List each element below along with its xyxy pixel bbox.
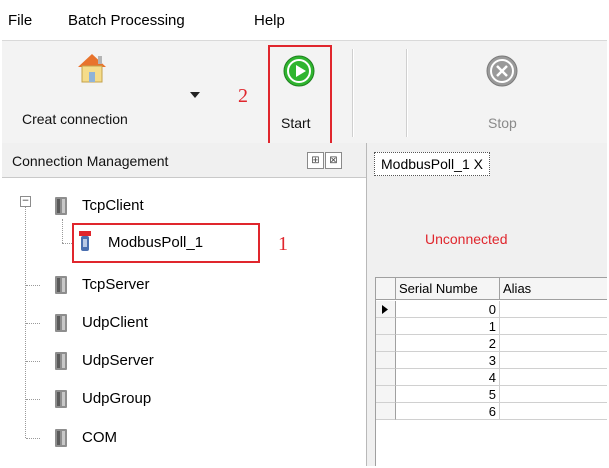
tree-item-label: TcpClient [82,197,144,214]
alias-cell[interactable] [500,318,607,335]
connection-device-icon [79,231,91,251]
tree-item-com[interactable]: COM [42,426,242,450]
serial-number-cell[interactable]: 0 [396,301,500,318]
table-row[interactable]: 0 [376,301,607,318]
panel-title: Connection Management [12,153,169,169]
row-header-corner [376,278,396,300]
tree-item-label: UdpClient [82,314,148,331]
row-indicator [376,318,396,335]
alias-cell[interactable] [500,386,607,403]
serial-number-cell[interactable]: 5 [396,386,500,403]
server-icon [55,390,67,408]
connection-status: Unconnected [425,231,508,247]
row-indicator [376,369,396,386]
stop-icon [486,55,518,87]
create-connection-label: Creat connection [22,111,128,127]
server-icon [55,276,67,294]
tree-item-tcpclient[interactable]: TcpClient [42,194,242,218]
row-indicator [376,335,396,352]
panel-header: Connection Management ⊞ ⊠ [2,143,366,178]
row-indicator [376,352,396,369]
start-button[interactable]: Start [270,47,328,139]
serial-number-cell[interactable]: 2 [396,335,500,352]
alias-cell[interactable] [500,301,607,318]
menu-bar: File Batch Processing Help [2,2,607,40]
alias-cell[interactable] [500,352,607,369]
table-row[interactable]: 5 [376,386,607,403]
server-icon [55,197,67,215]
annotation-1: 1 [278,233,288,255]
table-row[interactable]: 4 [376,369,607,386]
server-icon [55,314,67,332]
row-indicator [376,301,396,318]
serial-number-cell[interactable]: 3 [396,352,500,369]
table-row[interactable]: 2 [376,335,607,352]
menu-help[interactable]: Help [254,12,285,29]
alias-cell[interactable] [500,335,607,352]
start-label: Start [281,115,311,131]
serial-number-cell[interactable]: 4 [396,369,500,386]
toolbar-separator [352,49,354,137]
register-table[interactable]: Serial Numbe Alias 0 1 2 3 4 5 6 [375,277,607,466]
serial-number-cell[interactable]: 6 [396,403,500,420]
tree-item-label: COM [82,429,117,446]
tree-item-udpgroup[interactable]: UdpGroup [42,387,242,411]
row-indicator [376,386,396,403]
dropdown-arrow-icon[interactable] [190,92,200,98]
tree-guide-line [26,361,40,362]
tree-guide-line [26,285,40,286]
tree-item-label: UdpServer [82,352,154,369]
tree-guide-line [25,206,26,438]
table-row[interactable]: 6 [376,403,607,420]
create-connection-button[interactable]: Creat connection [22,47,182,139]
pin-icon[interactable]: ⊞ [307,152,324,169]
row-indicator [376,403,396,420]
tree-guide-line [26,399,40,400]
server-icon [55,352,67,370]
menu-file[interactable]: File [8,12,32,29]
document-area: ModbusPoll_1 X Unconnected Serial Numbe … [367,143,607,466]
column-header-alias[interactable]: Alias [500,278,607,300]
collapse-icon[interactable]: − [20,196,31,207]
tree-item-label: UdpGroup [82,390,152,407]
tree-item-tcpserver[interactable]: TcpServer [42,273,242,297]
close-icon[interactable]: ⊠ [325,152,342,169]
tree-guide-line [62,219,63,243]
toolbar: Creat connection 2 Start Stop [2,40,607,145]
app-window: File Batch Processing Help Creat connect… [2,2,607,466]
play-icon [283,55,315,87]
server-icon [55,429,67,447]
current-row-arrow-icon [382,305,388,314]
tree-item-udpserver[interactable]: UdpServer [42,349,242,373]
table-row[interactable]: 1 [376,318,607,335]
tree-item-label: TcpServer [82,276,150,293]
menu-batch-processing[interactable]: Batch Processing [68,12,185,29]
tree-item-label: ModbusPoll_1 [108,234,204,251]
toolbar-separator [406,49,408,137]
stop-button[interactable]: Stop [472,47,532,139]
column-header-serial-number[interactable]: Serial Numbe [396,278,500,300]
tree-guide-line [26,323,40,324]
table-row[interactable]: 3 [376,352,607,369]
tree-guide-line [26,438,40,439]
serial-number-cell[interactable]: 1 [396,318,500,335]
alias-cell[interactable] [500,369,607,386]
tab-modbuspoll[interactable]: ModbusPoll_1 X [374,152,490,176]
tree-item-udpclient[interactable]: UdpClient [42,311,242,335]
tree-item-modbuspoll[interactable]: ModbusPoll_1 [76,231,254,255]
alias-cell[interactable] [500,403,607,420]
connection-management-panel: Connection Management ⊞ ⊠ − TcpClient Mo… [2,143,367,466]
annotation-2: 2 [238,85,248,107]
stop-label: Stop [488,115,517,131]
house-icon [78,54,106,83]
